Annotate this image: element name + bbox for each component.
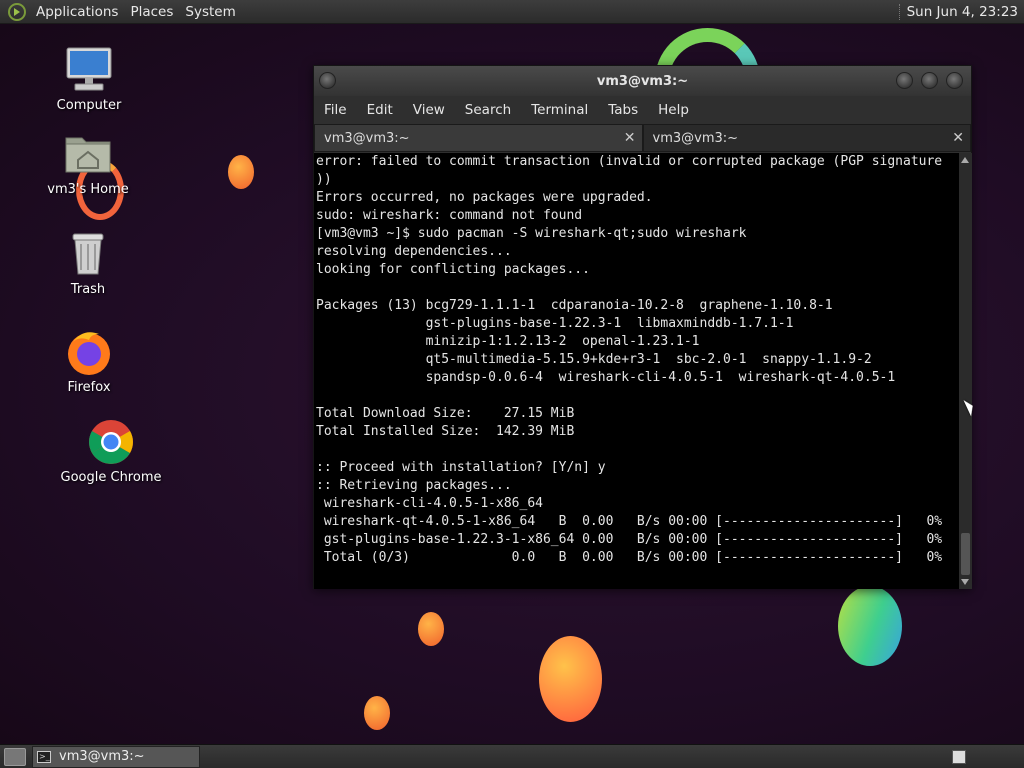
trash-icon (64, 230, 112, 278)
terminal-line: Errors occurred, no packages were upgrad… (316, 190, 653, 205)
terminal-line: :: Proceed with installation? [Y/n] y (316, 460, 606, 475)
close-button[interactable] (946, 72, 963, 89)
taskbar-window-button[interactable]: >_ vm3@vm3:~ (32, 745, 200, 768)
desktop-icon-home[interactable]: vm3's Home (33, 130, 143, 197)
terminal-line: spandsp-0.0.6-4 wireshark-cli-4.0.5-1 wi… (316, 370, 896, 385)
desktop-icon-trash[interactable]: Trash (33, 230, 143, 297)
window-menu-button[interactable] (319, 72, 336, 89)
menu-applications[interactable]: Applications (32, 4, 126, 20)
terminal-line: minizip-1:1.2.13-2 openal-1.23.1-1 (316, 334, 700, 349)
chrome-icon (87, 418, 135, 466)
terminal-line: wireshark-cli-4.0.5-1-x86_64 (316, 496, 543, 511)
terminal-line: )) (316, 172, 332, 187)
menu-places[interactable]: Places (126, 4, 181, 20)
terminal-line: sudo: wireshark: command not found (316, 208, 583, 223)
menu-system[interactable]: System (181, 4, 243, 20)
show-desktop-icon[interactable] (4, 747, 26, 766)
wallpaper-dot (228, 155, 254, 189)
top-panel: Applications Places System Sun Jun 4, 23… (0, 0, 1024, 24)
computer-icon (65, 46, 113, 94)
desktop-icon-label: vm3's Home (47, 182, 129, 197)
minimize-button[interactable] (896, 72, 913, 89)
menu-edit[interactable]: Edit (367, 102, 393, 118)
menu-search[interactable]: Search (465, 102, 511, 118)
terminal-line: :: Retrieving packages... (316, 478, 512, 493)
terminal-line: looking for conflicting packages... (316, 262, 590, 277)
scroll-down-icon[interactable] (961, 579, 969, 585)
workspace-switcher[interactable] (952, 749, 966, 764)
terminal-line: Total (0/3) 0.0 B 0.00 B/s 00:00 [------… (316, 550, 943, 565)
menu-file[interactable]: File (324, 102, 347, 118)
desktop-icon-label: Firefox (67, 380, 111, 395)
desktop-icon-computer[interactable]: Computer (34, 46, 144, 113)
tab-2[interactable]: vm3@vm3:~ ✕ (642, 124, 971, 152)
desktop-icon-firefox[interactable]: Firefox (34, 328, 144, 395)
terminal-output[interactable]: error: failed to commit transaction (inv… (314, 153, 959, 589)
menu-view[interactable]: View (413, 102, 445, 118)
close-icon[interactable]: ✕ (952, 130, 964, 146)
window-titlebar[interactable]: vm3@vm3:~ (314, 66, 971, 96)
tab-1[interactable]: vm3@vm3:~ ✕ (314, 124, 643, 152)
bottom-panel: >_ vm3@vm3:~ (0, 744, 1024, 768)
scrollbar[interactable] (959, 153, 972, 589)
terminal-line: [vm3@vm3 ~]$ sudo pacman -S wireshark-qt… (316, 226, 747, 241)
tab-label: vm3@vm3:~ (652, 130, 739, 146)
firefox-icon (65, 328, 113, 376)
wallpaper-dot (364, 696, 390, 730)
close-icon[interactable]: ✕ (624, 130, 636, 146)
terminal-lines: error: failed to commit transaction (inv… (314, 153, 959, 567)
terminal-line: Total Download Size: 27.15 MiB (316, 406, 575, 421)
menu-help[interactable]: Help (658, 102, 689, 118)
wallpaper-dot (539, 636, 602, 722)
clock[interactable]: Sun Jun 4, 23:23 (907, 4, 1024, 20)
terminal-line: error: failed to commit transaction (inv… (316, 154, 943, 169)
scroll-up-icon[interactable] (961, 157, 969, 163)
wallpaper-dot (838, 586, 902, 666)
window-title: vm3@vm3:~ (596, 73, 689, 89)
terminal-line: qt5-multimedia-5.15.9+kde+r3-1 sbc-2.0-1… (316, 352, 872, 367)
maximize-button[interactable] (921, 72, 938, 89)
home-folder-icon (64, 130, 112, 178)
terminal-line: Packages (13) bcg729-1.1.1-1 cdparanoia-… (316, 298, 833, 313)
panel-separator (898, 3, 901, 20)
wallpaper-dot (418, 612, 444, 646)
terminal-window[interactable]: vm3@vm3:~ File Edit View Search Terminal… (313, 65, 972, 589)
terminal-line: Total Installed Size: 142.39 MiB (316, 424, 575, 439)
desktop-icon-label: Trash (70, 282, 106, 297)
menu-tabs[interactable]: Tabs (608, 102, 638, 118)
terminal-line: wireshark-qt-4.0.5-1-x86_64 B 0.00 B/s 0… (316, 514, 943, 529)
terminal-menubar: File Edit View Search Terminal Tabs Help (314, 96, 971, 124)
menu-terminal[interactable]: Terminal (531, 102, 588, 118)
terminal-tabbar: vm3@vm3:~ ✕ vm3@vm3:~ ✕ (314, 124, 971, 152)
terminal-line: gst-plugins-base-1.22.3-1-x86_64 0.00 B/… (316, 532, 943, 547)
terminal-icon: >_ (37, 750, 51, 763)
desktop-icon-label: Computer (56, 98, 122, 113)
desktop-icon-label: Google Chrome (60, 470, 162, 485)
taskbar-window-label: vm3@vm3:~ (59, 749, 145, 764)
terminal-line: gst-plugins-base-1.22.3-1 libmaxminddb-1… (316, 316, 794, 331)
terminal-line: resolving dependencies... (316, 244, 512, 259)
distro-logo-icon[interactable] (8, 2, 26, 21)
scrollbar-thumb[interactable] (961, 533, 970, 575)
desktop-icon-chrome[interactable]: Google Chrome (56, 418, 166, 485)
tab-label: vm3@vm3:~ (324, 130, 410, 146)
